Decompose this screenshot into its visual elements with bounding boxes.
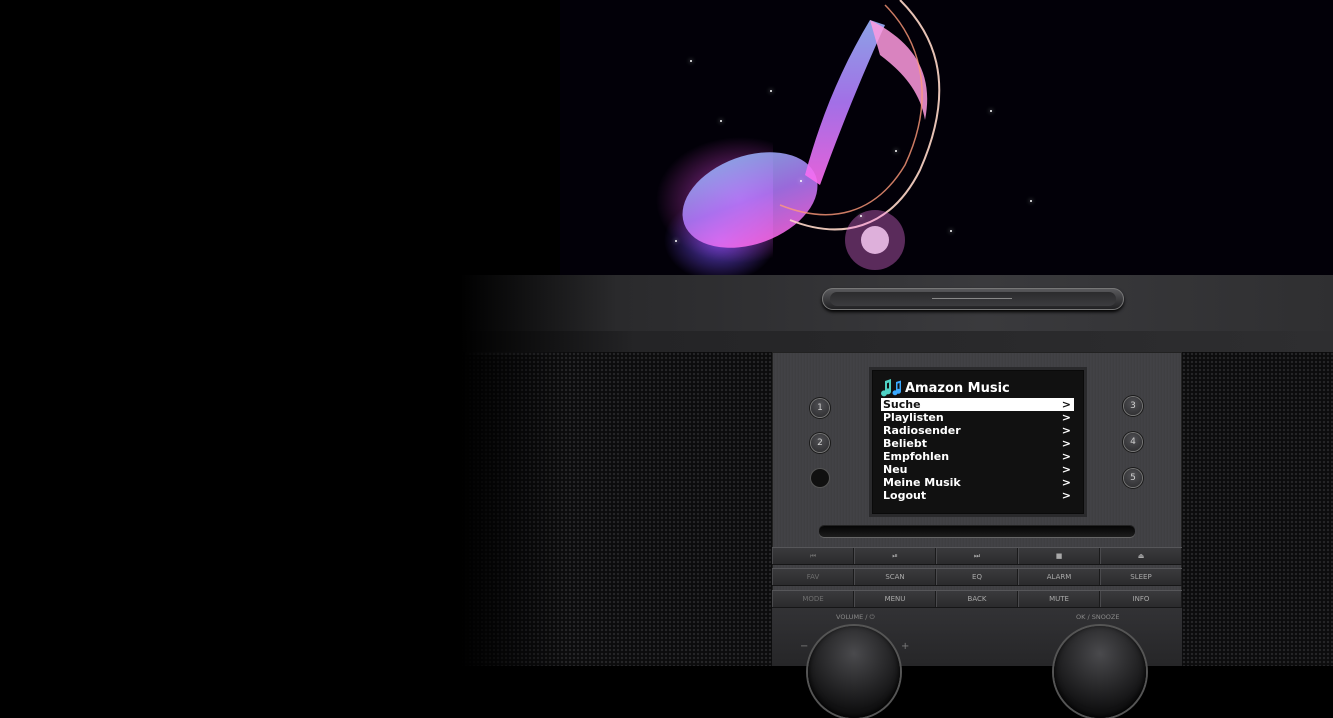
- sleep-button[interactable]: SLEEP: [1100, 569, 1182, 585]
- fav-button[interactable]: FAV: [772, 569, 854, 585]
- preset-button-4[interactable]: 4: [1124, 433, 1142, 451]
- eject-button[interactable]: ⏏: [1100, 548, 1182, 564]
- round-button[interactable]: [811, 469, 829, 487]
- display-menu: Suche > Playlisten > Radiosender > Beliebt >…: [881, 398, 1074, 502]
- menu-item-meine-musik[interactable]: Meine Musik >: [881, 476, 1074, 489]
- cosmic-music-artwork: [560, 0, 1333, 275]
- chevron-right-icon: >: [1061, 398, 1071, 411]
- preset-button-3[interactable]: 3: [1124, 397, 1142, 415]
- chevron-right-icon: >: [1061, 463, 1071, 476]
- chevron-right-icon: >: [1061, 476, 1071, 489]
- info-button[interactable]: INFO: [1100, 591, 1182, 607]
- menu-item-neu[interactable]: Neu >: [881, 463, 1074, 476]
- menu-button[interactable]: MENU: [854, 591, 936, 607]
- menu-item-empfohlen[interactable]: Empfohlen >: [881, 450, 1074, 463]
- chevron-right-icon: >: [1061, 424, 1071, 437]
- next-track-button[interactable]: ⏭: [936, 548, 1018, 564]
- eq-button[interactable]: EQ: [936, 569, 1018, 585]
- menu-item-suche[interactable]: Suche >: [881, 398, 1074, 411]
- function-button-row-2: MODE MENU BACK MUTE INFO: [772, 590, 1182, 608]
- music-note-icon: [881, 379, 902, 397]
- play-pause-button[interactable]: ⏯: [854, 548, 936, 564]
- mode-button[interactable]: MODE: [772, 591, 854, 607]
- menu-item-beliebt[interactable]: Beliebt >: [881, 437, 1074, 450]
- scan-button[interactable]: SCAN: [854, 569, 936, 585]
- device-top-panel: [460, 275, 1333, 355]
- preset-button-5[interactable]: 5: [1124, 469, 1142, 487]
- display-header: Amazon Music: [881, 379, 1010, 397]
- menu-item-logout[interactable]: Logout >: [881, 489, 1074, 502]
- menu-item-radiosender[interactable]: Radiosender >: [881, 424, 1074, 437]
- preset-button-2[interactable]: 2: [811, 434, 829, 452]
- ok-snooze-knob[interactable]: [1054, 626, 1146, 718]
- menu-item-playlisten[interactable]: Playlisten >: [881, 411, 1074, 424]
- right-speaker-grille: [1182, 352, 1333, 666]
- alarm-button[interactable]: ALARM: [1018, 569, 1100, 585]
- mute-button[interactable]: MUTE: [1018, 591, 1100, 607]
- cd-slot[interactable]: [819, 526, 1135, 537]
- volume-knob[interactable]: [808, 626, 900, 718]
- chevron-right-icon: >: [1061, 437, 1071, 450]
- preset-button-1[interactable]: 1: [811, 399, 829, 417]
- left-speaker-grille: [460, 352, 772, 666]
- transport-button-row: ⏮ ⏯ ⏭ ■ ⏏: [772, 547, 1182, 565]
- top-touch-control[interactable]: [822, 288, 1124, 310]
- chevron-right-icon: >: [1061, 411, 1071, 424]
- volume-knob-label: VOLUME / ⏻: [836, 613, 875, 621]
- chevron-right-icon: >: [1061, 450, 1071, 463]
- chevron-right-icon: >: [1061, 489, 1071, 502]
- back-button[interactable]: BACK: [936, 591, 1018, 607]
- lcd-display: Amazon Music Suche > Playlisten > Radiosen…: [872, 370, 1084, 514]
- previous-track-button[interactable]: ⏮: [772, 548, 854, 564]
- volume-plus-label: +: [901, 641, 910, 652]
- ok-knob-label: OK / SNOOZE: [1076, 613, 1120, 621]
- stop-button[interactable]: ■: [1018, 548, 1100, 564]
- function-button-row-1: FAV SCAN EQ ALARM SLEEP: [772, 568, 1182, 586]
- volume-minus-label: −: [800, 641, 809, 652]
- display-title: Amazon Music: [905, 380, 1010, 396]
- music-note-artwork: [682, 0, 941, 270]
